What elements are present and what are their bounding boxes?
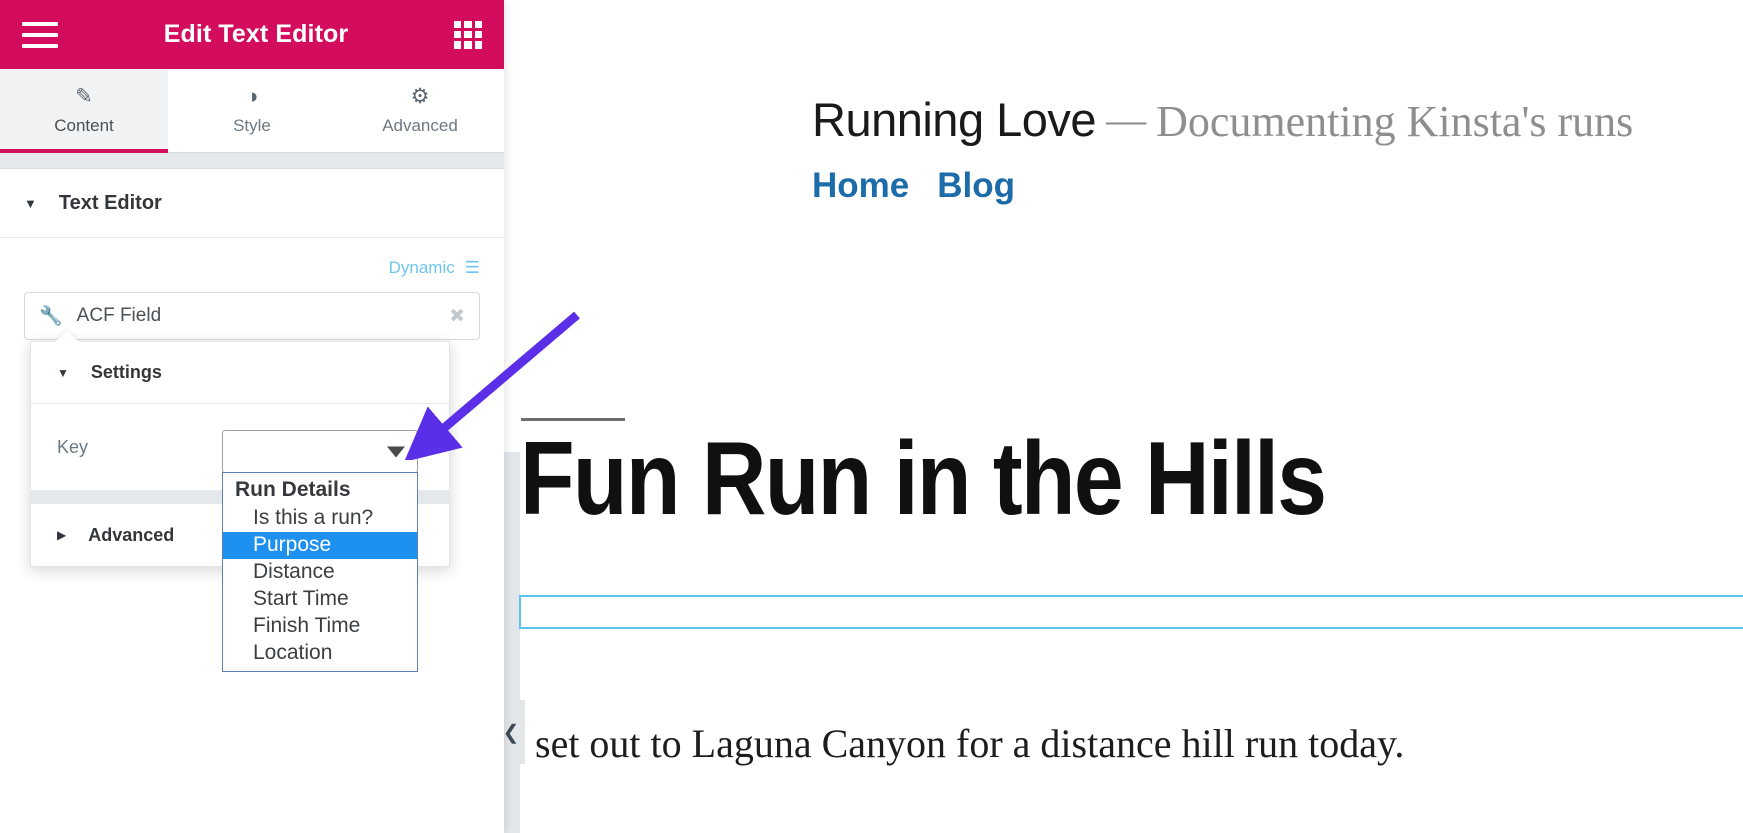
option-finish-time[interactable]: Finish Time xyxy=(223,613,417,640)
panel-title: Edit Text Editor xyxy=(163,20,349,48)
acf-field-tag[interactable]: 🔧 ACF Field ✖ xyxy=(24,292,480,340)
pencil-icon: ✎ xyxy=(75,84,93,108)
tab-style-label: Style xyxy=(233,115,271,135)
hamburger-icon[interactable] xyxy=(22,21,58,48)
tab-content-label: Content xyxy=(54,115,114,135)
screen-root: Running Love — Documenting Kinsta's runs H… xyxy=(0,0,1743,833)
caret-down-icon: ▼ xyxy=(57,365,69,380)
acf-field-tag-label: ACF Field xyxy=(76,305,162,326)
wrench-icon: 🔧 xyxy=(39,306,63,327)
nav-item-blog[interactable]: Blog xyxy=(937,166,1015,205)
caret-right-icon: ▶ xyxy=(57,528,67,542)
panel-strip xyxy=(0,153,504,169)
control-block: Dynamic ☰ 🔧 ACF Field ✖ xyxy=(0,238,504,340)
optgroup-run-details: Run Details xyxy=(235,478,351,501)
database-stack-icon[interactable]: ☰ xyxy=(465,258,480,278)
section-text-editor[interactable]: ▼ Text Editor xyxy=(0,169,504,238)
panel-tabs: ✎ Content ◑ Style ⚙ Advanced xyxy=(0,69,504,153)
option-location[interactable]: Location xyxy=(223,640,417,667)
popover-settings-label: Settings xyxy=(90,362,162,382)
nav-item-home[interactable]: Home xyxy=(812,166,909,205)
panel-header: Edit Text Editor xyxy=(0,0,504,69)
popover-advanced-label: Advanced xyxy=(88,524,175,545)
clear-circle-icon[interactable]: ✖ xyxy=(449,305,465,328)
tab-advanced[interactable]: ⚙ Advanced xyxy=(336,69,504,152)
option-is-this-a-run[interactable]: Is this a run? xyxy=(223,505,417,532)
tab-advanced-label: Advanced xyxy=(382,115,458,135)
site-title[interactable]: Running Love xyxy=(812,93,1097,146)
chevron-down-icon xyxy=(387,446,405,457)
option-purpose[interactable]: Purpose xyxy=(223,532,417,559)
site-tagline: Documenting Kinsta's runs xyxy=(1156,97,1634,146)
key-select[interactable] xyxy=(222,430,418,473)
selected-widget-outline[interactable] xyxy=(519,595,1743,629)
post-title[interactable]: Fun Run in the Hills xyxy=(520,424,1561,534)
gear-icon: ⚙ xyxy=(410,84,430,108)
post-body-text[interactable]: set out to Laguna Canyon for a distance … xyxy=(535,720,1404,767)
key-select-options-list: Run Details Is this a run? Purpose Dista… xyxy=(222,472,418,672)
contrast-icon: ◑ xyxy=(245,84,259,108)
section-text-editor-label: Text Editor xyxy=(58,191,162,214)
elementor-panel: Edit Text Editor ✎ Content ◑ Style ⚙ Adv… xyxy=(0,0,504,833)
dynamic-tags-row[interactable]: Dynamic ☰ xyxy=(24,258,480,278)
dynamic-label[interactable]: Dynamic xyxy=(389,258,455,278)
key-label: Key xyxy=(57,436,89,457)
option-start-time[interactable]: Start Time xyxy=(223,586,417,613)
grid-apps-icon[interactable] xyxy=(454,20,482,49)
chevron-left-icon: ❮ xyxy=(502,721,520,744)
popover-settings-header[interactable]: ▼ Settings xyxy=(31,342,449,404)
site-title-dash: — xyxy=(1106,97,1147,142)
tab-content[interactable]: ✎ Content xyxy=(0,69,168,153)
caret-down-icon: ▼ xyxy=(24,195,37,211)
tab-style[interactable]: ◑ Style xyxy=(168,69,336,152)
option-distance[interactable]: Distance xyxy=(223,559,417,586)
